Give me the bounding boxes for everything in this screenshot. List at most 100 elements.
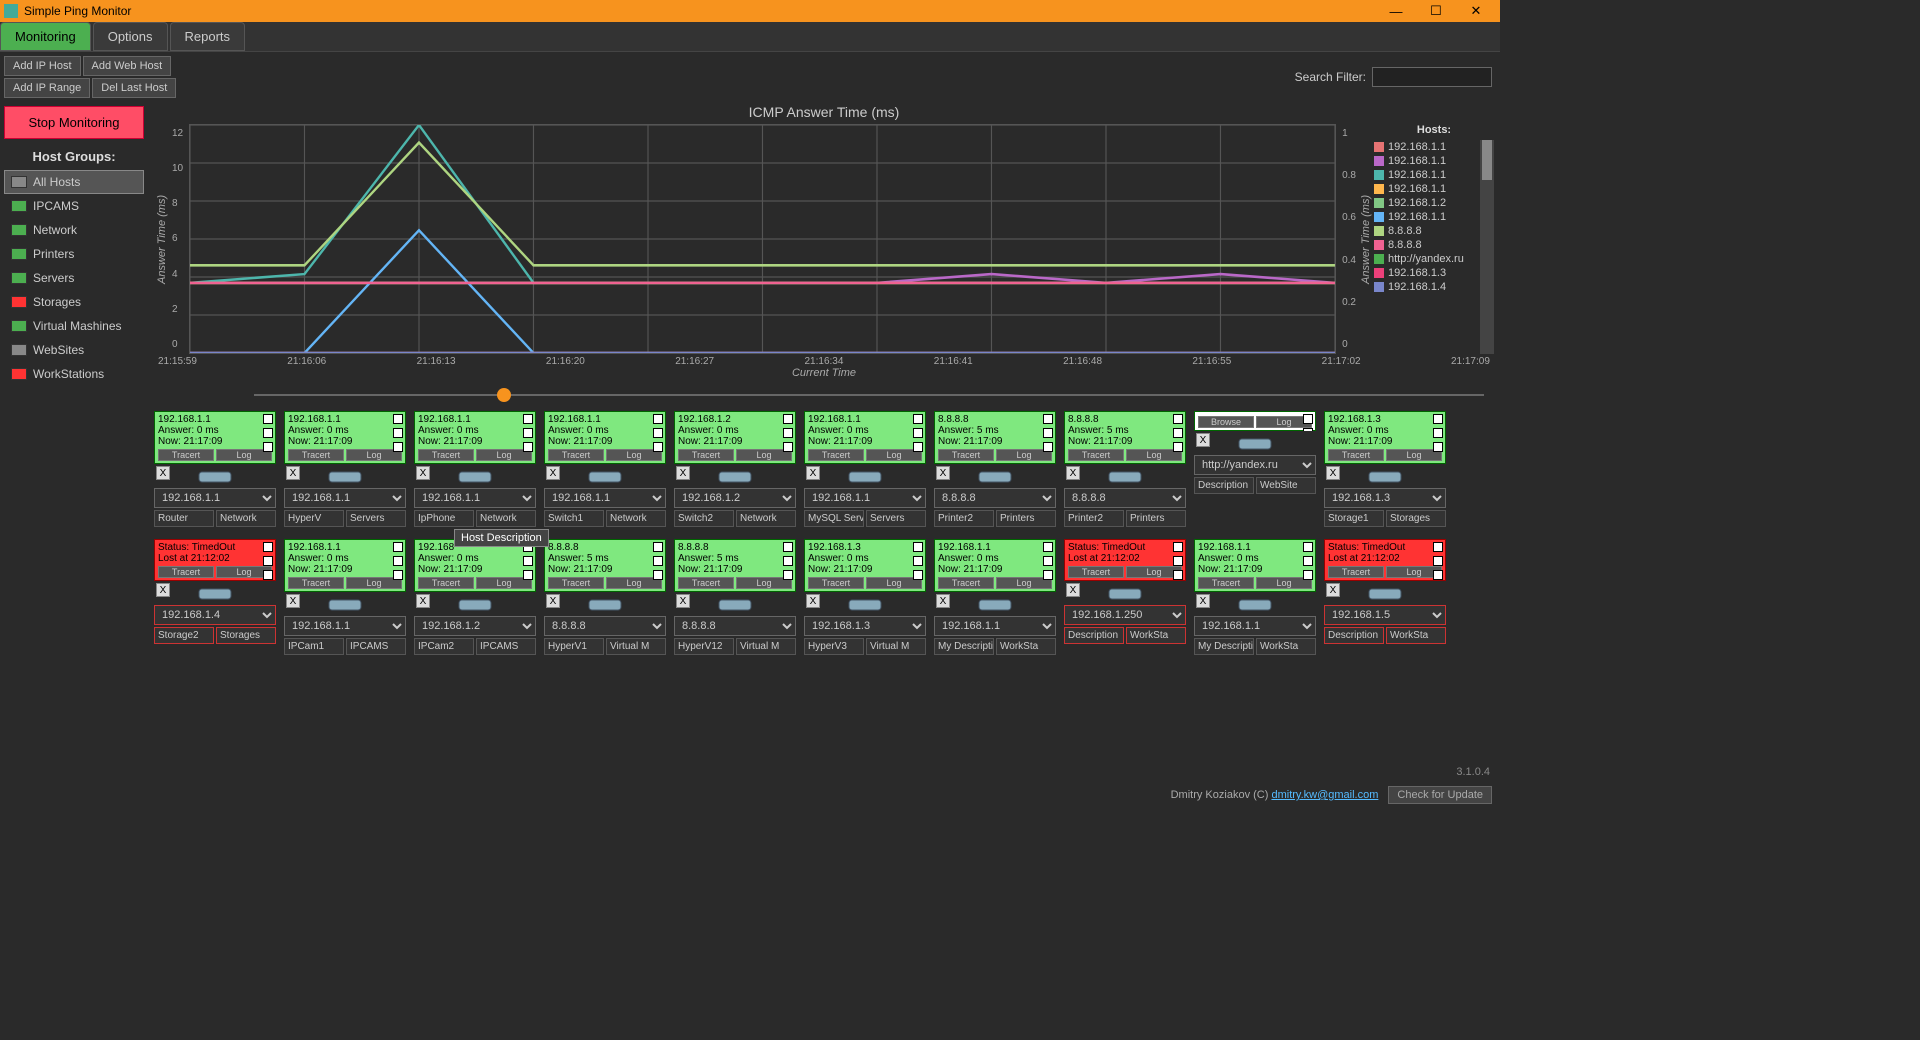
add-ip-host-button[interactable]: Add IP Host [4,56,81,76]
checkbox-icon[interactable] [393,556,403,566]
sidebar-item-workstations[interactable]: WorkStations [4,362,144,386]
checkbox-icon[interactable] [523,442,533,452]
checkbox-icon[interactable] [1173,442,1183,452]
checkbox-icon[interactable] [783,570,793,580]
checkbox-icon[interactable] [653,442,663,452]
group-field[interactable]: Virtual M [866,638,926,655]
ip-select[interactable]: http://yandex.ru [1194,455,1316,475]
checkbox-icon[interactable] [1433,414,1443,424]
checkbox-icon[interactable] [1173,428,1183,438]
tracert-button[interactable]: Tracert [418,449,474,461]
ip-select[interactable]: 192.168.1.3 [804,616,926,636]
sidebar-item-websites[interactable]: WebSites [4,338,144,362]
sidebar-item-all-hosts[interactable]: All Hosts [4,170,144,194]
ip-select[interactable]: 192.168.1.1 [414,488,536,508]
group-field[interactable]: Virtual M [736,638,796,655]
search-input[interactable] [1372,67,1492,87]
checkbox-icon[interactable] [653,414,663,424]
ip-select[interactable]: 192.168.1.1 [1194,616,1316,636]
group-field[interactable]: WorkSta [1256,638,1316,655]
remove-button[interactable]: X [676,594,690,608]
tracert-button[interactable]: Tracert [158,566,214,578]
checkbox-icon[interactable] [1303,570,1313,580]
email-link[interactable]: dmitry.kw@gmail.com [1271,789,1378,801]
description-field[interactable]: Switch1 [544,510,604,527]
time-slider[interactable] [254,394,1484,396]
checkbox-icon[interactable] [783,542,793,552]
checkbox-icon[interactable] [1433,556,1443,566]
checkbox-icon[interactable] [1173,542,1183,552]
sidebar-item-servers[interactable]: Servers [4,266,144,290]
description-field[interactable]: Description [1064,627,1124,644]
group-field[interactable]: Storages [1386,510,1446,527]
ip-select[interactable]: 192.168.1.1 [544,488,666,508]
checkbox-icon[interactable] [263,570,273,580]
description-field[interactable]: IPCam2 [414,638,474,655]
legend-item[interactable]: 8.8.8.8 [1374,224,1494,238]
description-field[interactable]: IPCam1 [284,638,344,655]
checkbox-icon[interactable] [523,414,533,424]
group-field[interactable]: Network [216,510,276,527]
tracert-button[interactable]: Tracert [1198,577,1254,589]
close-button[interactable]: ✕ [1456,3,1496,19]
sidebar-item-network[interactable]: Network [4,218,144,242]
checkbox-icon[interactable] [1043,442,1053,452]
tracert-button[interactable]: Tracert [1068,566,1124,578]
ip-select[interactable]: 192.168.1.1 [934,616,1056,636]
ip-select[interactable]: 8.8.8.8 [1064,488,1186,508]
legend-item[interactable]: 192.168.1.1 [1374,182,1494,196]
checkbox-icon[interactable] [1043,570,1053,580]
remove-button[interactable]: X [1326,583,1340,597]
remove-button[interactable]: X [936,594,950,608]
remove-button[interactable]: X [936,466,950,480]
checkbox-icon[interactable] [393,428,403,438]
checkbox-icon[interactable] [653,542,663,552]
checkbox-icon[interactable] [1433,428,1443,438]
sidebar-item-ipcams[interactable]: IPCAMS [4,194,144,218]
checkbox-icon[interactable] [523,428,533,438]
checkbox-icon[interactable] [913,414,923,424]
tab-options[interactable]: Options [93,22,168,51]
remove-button[interactable]: X [416,594,430,608]
remove-button[interactable]: X [1196,433,1210,447]
ip-select[interactable]: 192.168.1.2 [414,616,536,636]
tracert-button[interactable]: Tracert [288,449,344,461]
ip-select[interactable]: 192.168.1.1 [154,488,276,508]
group-field[interactable]: Storages [216,627,276,644]
legend-item[interactable]: 192.168.1.1 [1374,140,1494,154]
legend-item[interactable]: 192.168.1.1 [1374,154,1494,168]
ip-select[interactable]: 192.168.1.250 [1064,605,1186,625]
group-field[interactable]: Servers [346,510,406,527]
ip-select[interactable]: 192.168.1.2 [674,488,796,508]
checkbox-icon[interactable] [1043,414,1053,424]
checkbox-icon[interactable] [653,570,663,580]
legend-item[interactable]: 192.168.1.4 [1374,280,1494,294]
checkbox-icon[interactable] [393,542,403,552]
ip-select[interactable]: 192.168.1.1 [804,488,926,508]
maximize-button[interactable]: ☐ [1416,3,1456,19]
checkbox-icon[interactable] [913,442,923,452]
check-update-button[interactable]: Check for Update [1388,786,1492,804]
description-field[interactable]: Router [154,510,214,527]
ip-select[interactable]: 192.168.1.1 [284,616,406,636]
tracert-button[interactable]: Tracert [288,577,344,589]
checkbox-icon[interactable] [263,442,273,452]
checkbox-icon[interactable] [1043,556,1053,566]
checkbox-icon[interactable] [1433,542,1443,552]
description-field[interactable]: HyperV3 [804,638,864,655]
sidebar-item-printers[interactable]: Printers [4,242,144,266]
remove-button[interactable]: X [286,594,300,608]
del-last-host-button[interactable]: Del Last Host [92,78,176,98]
group-field[interactable]: Servers [866,510,926,527]
checkbox-icon[interactable] [1303,556,1313,566]
group-field[interactable]: WorkSta [996,638,1056,655]
description-field[interactable]: MySQL Serv [804,510,864,527]
checkbox-icon[interactable] [783,414,793,424]
ip-select[interactable]: 192.168.1.5 [1324,605,1446,625]
checkbox-icon[interactable] [783,556,793,566]
tracert-button[interactable]: Tracert [548,449,604,461]
ip-select[interactable]: 192.168.1.1 [284,488,406,508]
tracert-button[interactable]: Tracert [418,577,474,589]
tracert-button[interactable]: Tracert [678,449,734,461]
checkbox-icon[interactable] [913,542,923,552]
